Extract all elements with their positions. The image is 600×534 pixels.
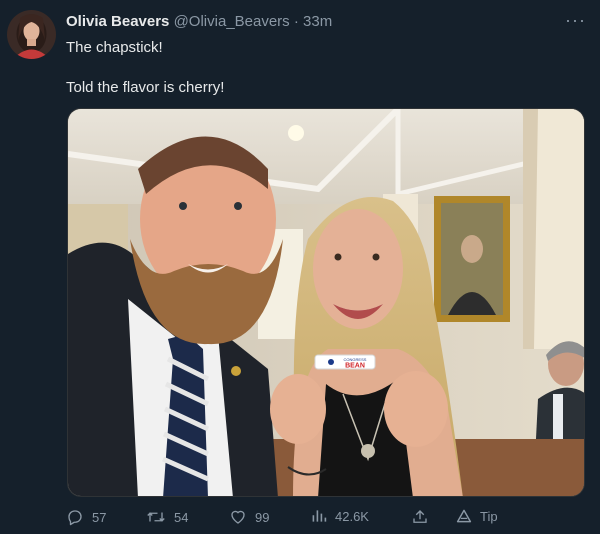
author-handle[interactable]: @Olivia_Beavers bbox=[174, 13, 290, 30]
chapstick-label-main: BEAN bbox=[345, 363, 365, 370]
author-name[interactable]: Olivia Beavers bbox=[66, 13, 169, 30]
tweet-text: The chapstick! Told the flavor is cherry… bbox=[66, 38, 224, 98]
chapstick-label-top: CONGRESS bbox=[344, 357, 367, 362]
tweet-header: Olivia Beavers @Olivia_Beavers · 33m bbox=[66, 13, 332, 31]
retweet-icon bbox=[146, 508, 166, 526]
reply-icon bbox=[66, 508, 84, 526]
separator-dot: · bbox=[293, 13, 299, 30]
views-button[interactable]: 42.6K bbox=[311, 508, 369, 524]
timestamp[interactable]: 33m bbox=[303, 13, 332, 30]
retweet-button[interactable]: 54 bbox=[146, 508, 188, 526]
like-button[interactable]: 99 bbox=[229, 508, 269, 526]
tweet-actions: 57 54 99 42.6K Tip bbox=[66, 508, 586, 532]
like-count: 99 bbox=[255, 509, 270, 525]
like-icon bbox=[229, 508, 247, 526]
retweet-count: 54 bbox=[174, 509, 189, 525]
more-icon[interactable]: ··· bbox=[565, 10, 586, 31]
share-icon bbox=[411, 508, 429, 526]
tweet-text-line: The chapstick! bbox=[66, 39, 163, 56]
reply-button[interactable]: 57 bbox=[66, 508, 106, 526]
tweet: Olivia Beavers @Olivia_Beavers · 33m ···… bbox=[0, 0, 600, 534]
views-count: 42.6K bbox=[335, 508, 369, 524]
reply-count: 57 bbox=[92, 509, 107, 525]
avatar[interactable] bbox=[7, 10, 56, 59]
tip-icon bbox=[456, 508, 472, 524]
tip-label: Tip bbox=[480, 508, 498, 524]
views-icon bbox=[311, 508, 327, 524]
share-button[interactable] bbox=[411, 508, 429, 526]
tweet-text-line: Told the flavor is cherry! bbox=[66, 79, 225, 96]
tweet-photo[interactable]: CONGRESS BEAN bbox=[67, 108, 585, 497]
photo-illustration: CONGRESS BEAN bbox=[68, 109, 584, 496]
tip-button[interactable]: Tip bbox=[456, 508, 498, 524]
